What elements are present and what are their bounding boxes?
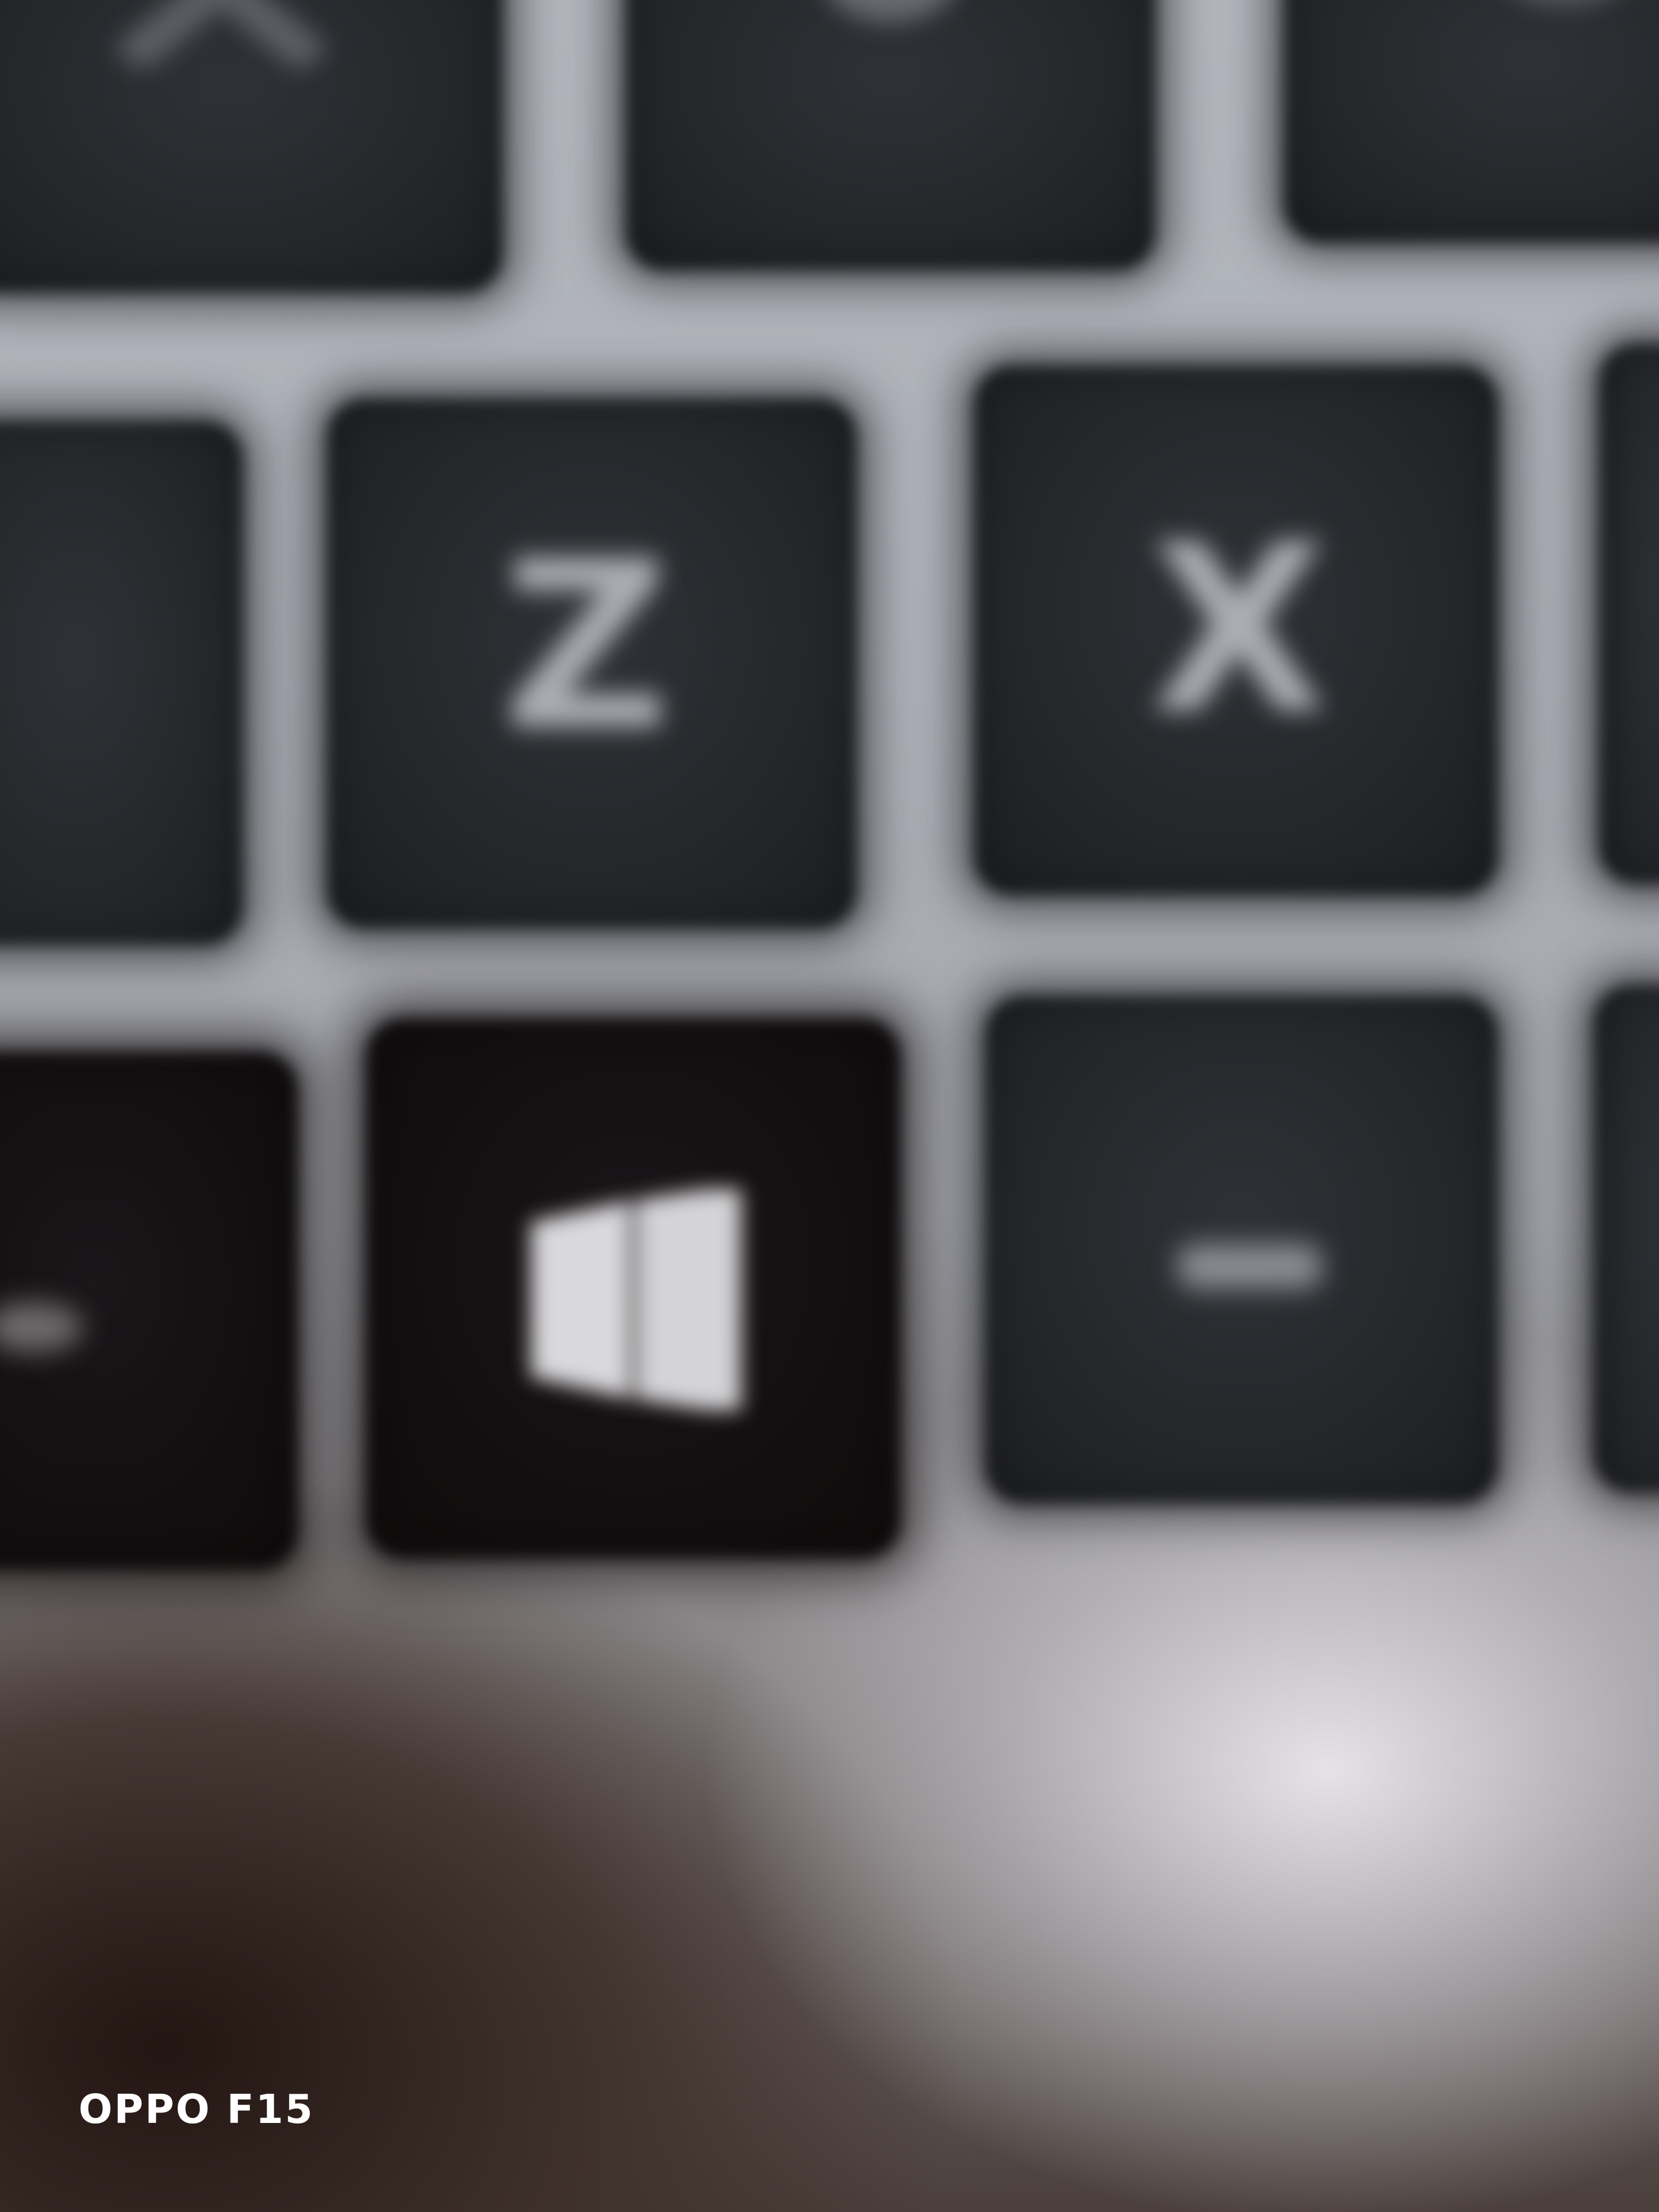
- blurred-keyboard-photo: Z X OPPO F15: [0, 0, 1659, 2212]
- key-left-edge-row2: [0, 420, 243, 946]
- key-right-edge-row3: [1593, 984, 1659, 1493]
- key-top-middle-glyph: [818, 0, 962, 55]
- key-x-legend: X: [1149, 495, 1328, 765]
- key-z-legend: Z: [502, 512, 671, 782]
- key-alt-glyph: [1167, 1222, 1333, 1311]
- camera-watermark: OPPO F15: [79, 2086, 315, 2132]
- key-top-right-glyph: [1493, 0, 1637, 55]
- key-right-edge-row2: [1598, 343, 1659, 885]
- key-top-left-glyph: [114, 0, 328, 77]
- windows-logo-icon: [520, 1183, 752, 1416]
- key-left-edge-row3-glyph: [0, 1294, 100, 1360]
